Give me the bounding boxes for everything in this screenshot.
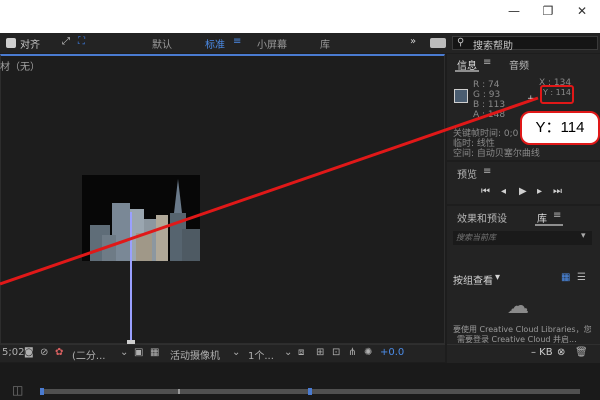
annotation-callout-text: Y：114	[535, 119, 585, 136]
annotation-callout: Y：114	[520, 111, 600, 145]
annotation-arrow-line	[0, 96, 539, 286]
annotation-overlay	[0, 96, 539, 286]
annotation-highlight-box	[540, 85, 574, 104]
